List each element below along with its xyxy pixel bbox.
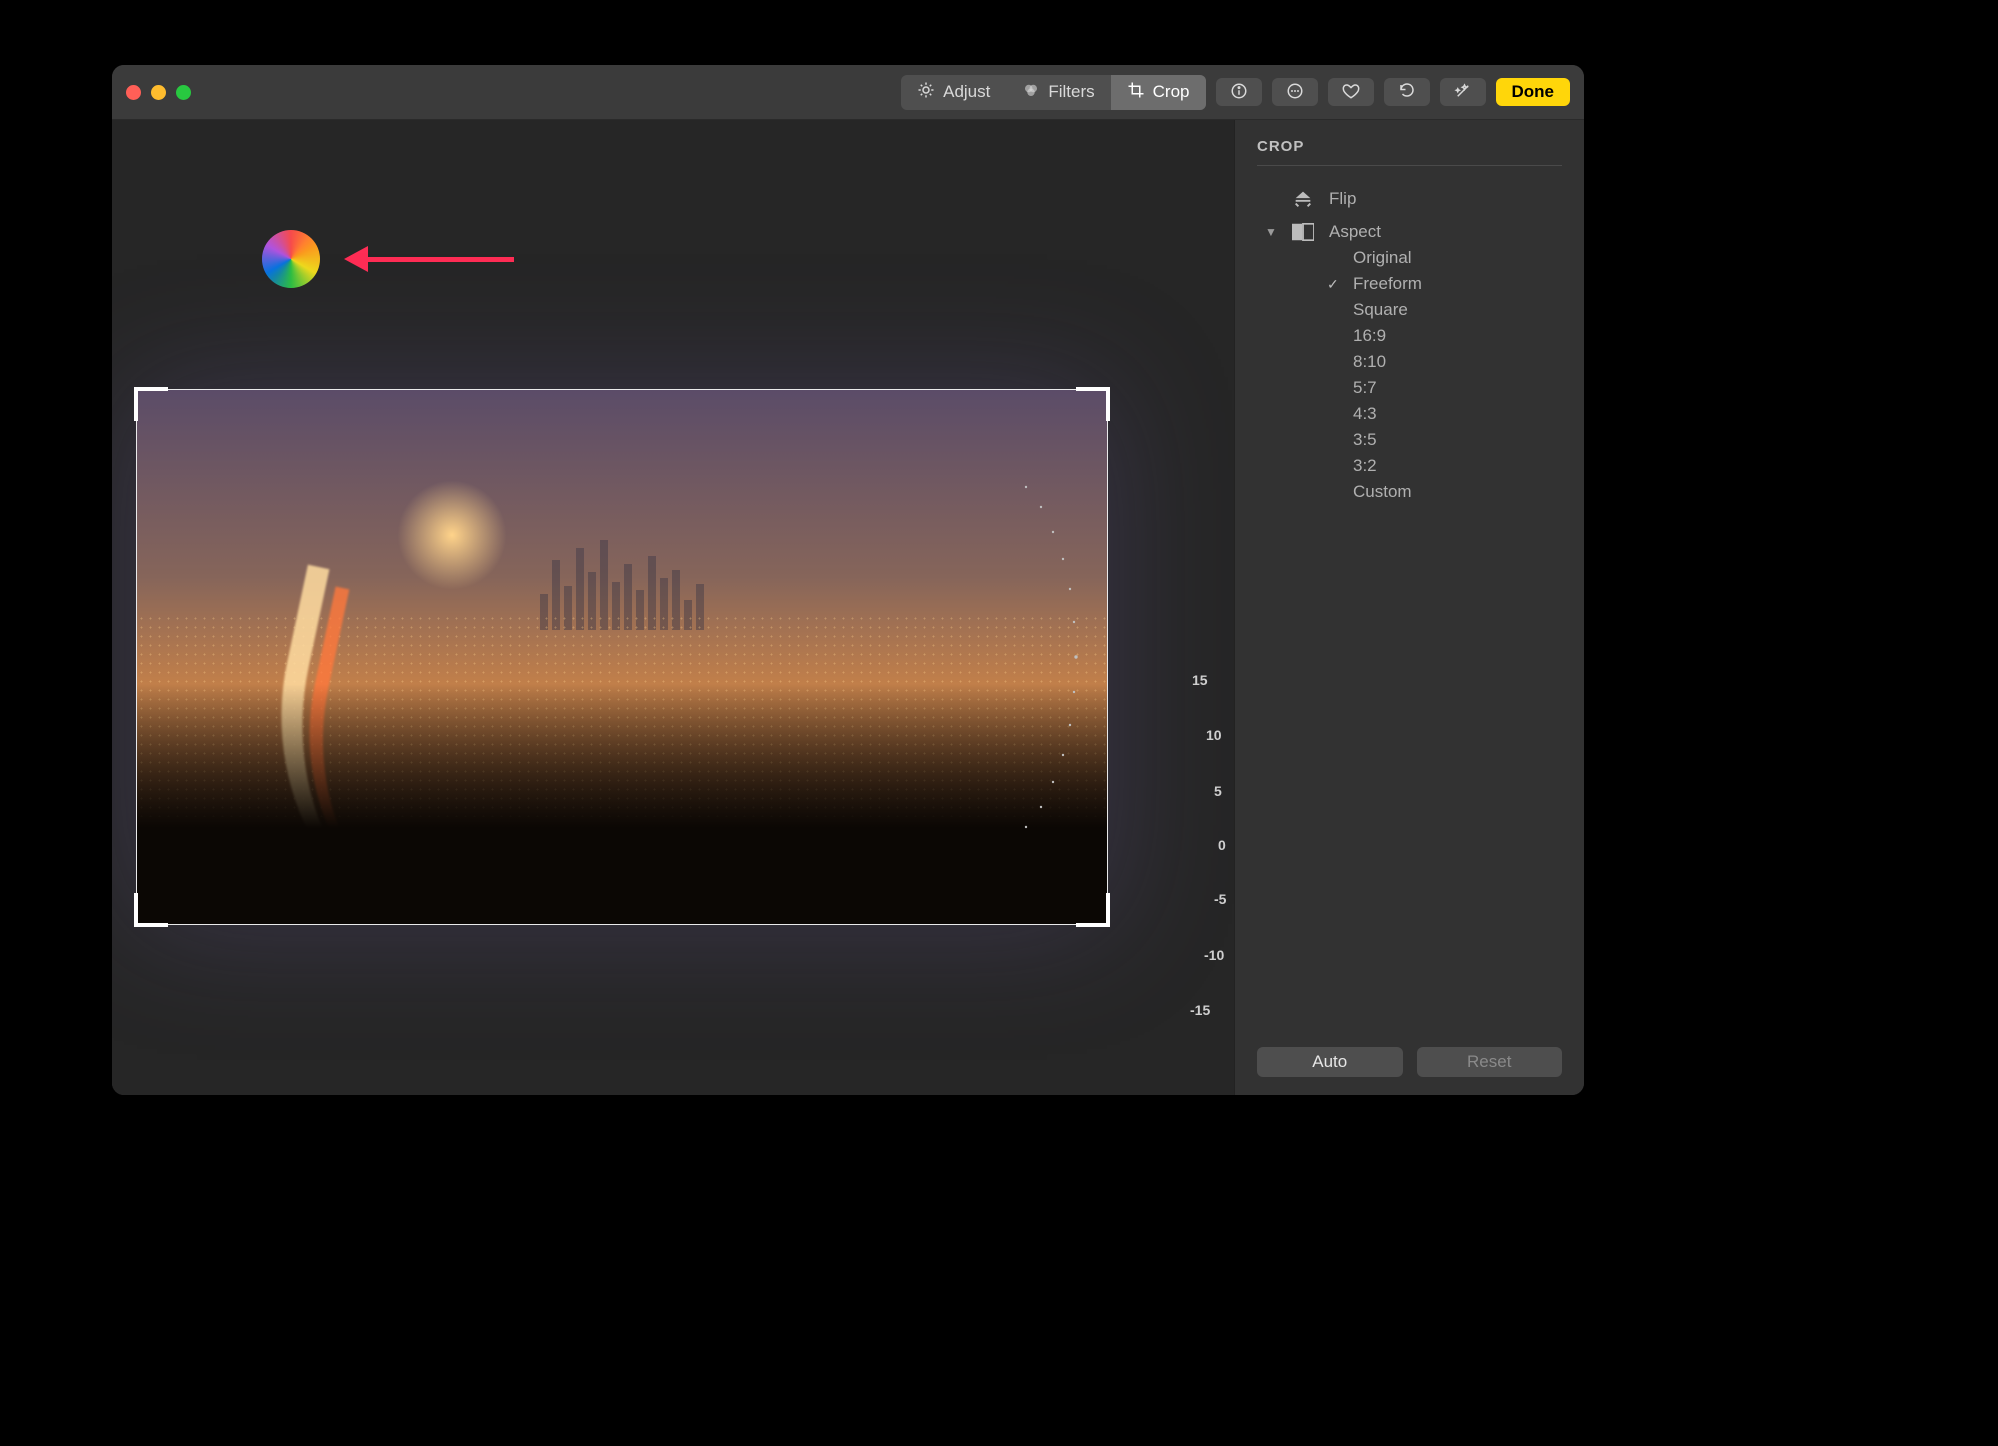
aspect-row[interactable]: ▼ Aspect — [1257, 216, 1562, 248]
flip-label: Flip — [1329, 189, 1356, 209]
reset-crop-button[interactable]: Reset — [1417, 1047, 1563, 1077]
window-controls — [126, 85, 191, 100]
minimize-window-button[interactable] — [151, 85, 166, 100]
aspect-option-16-9[interactable]: 16:9 — [1327, 326, 1562, 346]
tab-filters-label: Filters — [1048, 82, 1094, 102]
beachball-spinner-icon — [262, 230, 320, 288]
heart-icon — [1342, 82, 1360, 103]
crop-frame[interactable]: 15 10 5 0 -5 -10 -15 ◀ — [137, 390, 1107, 924]
aspect-icon — [1291, 223, 1315, 241]
photos-edit-window: Adjust Filters Crop — [112, 65, 1584, 1095]
wand-icon — [1454, 82, 1472, 103]
filters-icon — [1022, 81, 1040, 104]
aspect-option-custom[interactable]: Custom — [1327, 482, 1562, 502]
tab-filters[interactable]: Filters — [1006, 75, 1110, 110]
aspect-option-freeform[interactable]: ✓Freeform — [1327, 274, 1562, 294]
annotation-arrow — [344, 252, 514, 266]
aspect-option-3-2[interactable]: 3:2 — [1327, 456, 1562, 476]
tab-adjust[interactable]: Adjust — [901, 75, 1006, 110]
rotate-button[interactable] — [1384, 78, 1430, 106]
aspect-options: Original ✓Freeform Square 16:9 8:10 5:7 … — [1327, 248, 1562, 502]
checkmark-icon: ✓ — [1327, 276, 1343, 293]
aspect-label: Aspect — [1329, 222, 1381, 242]
crop-icon — [1127, 81, 1145, 104]
aspect-option-8-10[interactable]: 8:10 — [1327, 352, 1562, 372]
info-icon — [1230, 82, 1248, 103]
aspect-option-3-5[interactable]: 3:5 — [1327, 430, 1562, 450]
auto-crop-button[interactable]: Auto — [1257, 1047, 1403, 1077]
aspect-option-square[interactable]: Square — [1327, 300, 1562, 320]
edit-mode-tabs: Adjust Filters Crop — [901, 75, 1205, 110]
ellipsis-icon — [1286, 82, 1304, 103]
flip-row[interactable]: Flip — [1257, 182, 1562, 216]
dial-tick: -15 — [1190, 1002, 1210, 1018]
sidebar-title: CROP — [1257, 138, 1562, 155]
tab-crop-label: Crop — [1153, 82, 1190, 102]
divider — [1257, 165, 1562, 166]
photo-preview — [137, 390, 1107, 924]
disclosure-triangle-icon: ▼ — [1265, 225, 1277, 239]
zoom-window-button[interactable] — [176, 85, 191, 100]
done-button[interactable]: Done — [1496, 78, 1571, 106]
straighten-dial[interactable]: 15 10 5 0 -5 -10 -15 ◀ — [991, 477, 1201, 837]
dial-tick: -5 — [1214, 891, 1226, 907]
rotate-ccw-icon — [1398, 82, 1416, 103]
sidebar-footer: Auto Reset — [1257, 1047, 1562, 1077]
auto-enhance-button[interactable] — [1440, 78, 1486, 106]
crop-sidebar: CROP Flip ▼ Aspect Original ✓Freeform Sq — [1234, 120, 1584, 1095]
dial-tick: 5 — [1214, 783, 1222, 799]
dial-tick: 15 — [1192, 672, 1208, 688]
aspect-option-5-7[interactable]: 5:7 — [1327, 378, 1562, 398]
tab-crop[interactable]: Crop — [1111, 75, 1206, 110]
dial-tick: 0 — [1218, 837, 1226, 853]
favorite-button[interactable] — [1328, 78, 1374, 106]
aspect-option-4-3[interactable]: 4:3 — [1327, 404, 1562, 424]
aspect-option-original[interactable]: Original — [1327, 248, 1562, 268]
tab-adjust-label: Adjust — [943, 82, 990, 102]
image-canvas[interactable]: 15 10 5 0 -5 -10 -15 ◀ — [112, 120, 1234, 1095]
dial-tick: 10 — [1206, 727, 1222, 743]
dial-tick: -10 — [1204, 947, 1224, 963]
adjust-icon — [917, 81, 935, 104]
flip-icon — [1291, 188, 1315, 210]
editor-body: 15 10 5 0 -5 -10 -15 ◀ CROP Fli — [112, 120, 1584, 1095]
toolbar: Adjust Filters Crop — [112, 65, 1584, 120]
close-window-button[interactable] — [126, 85, 141, 100]
info-button[interactable] — [1216, 78, 1262, 106]
more-button[interactable] — [1272, 78, 1318, 106]
